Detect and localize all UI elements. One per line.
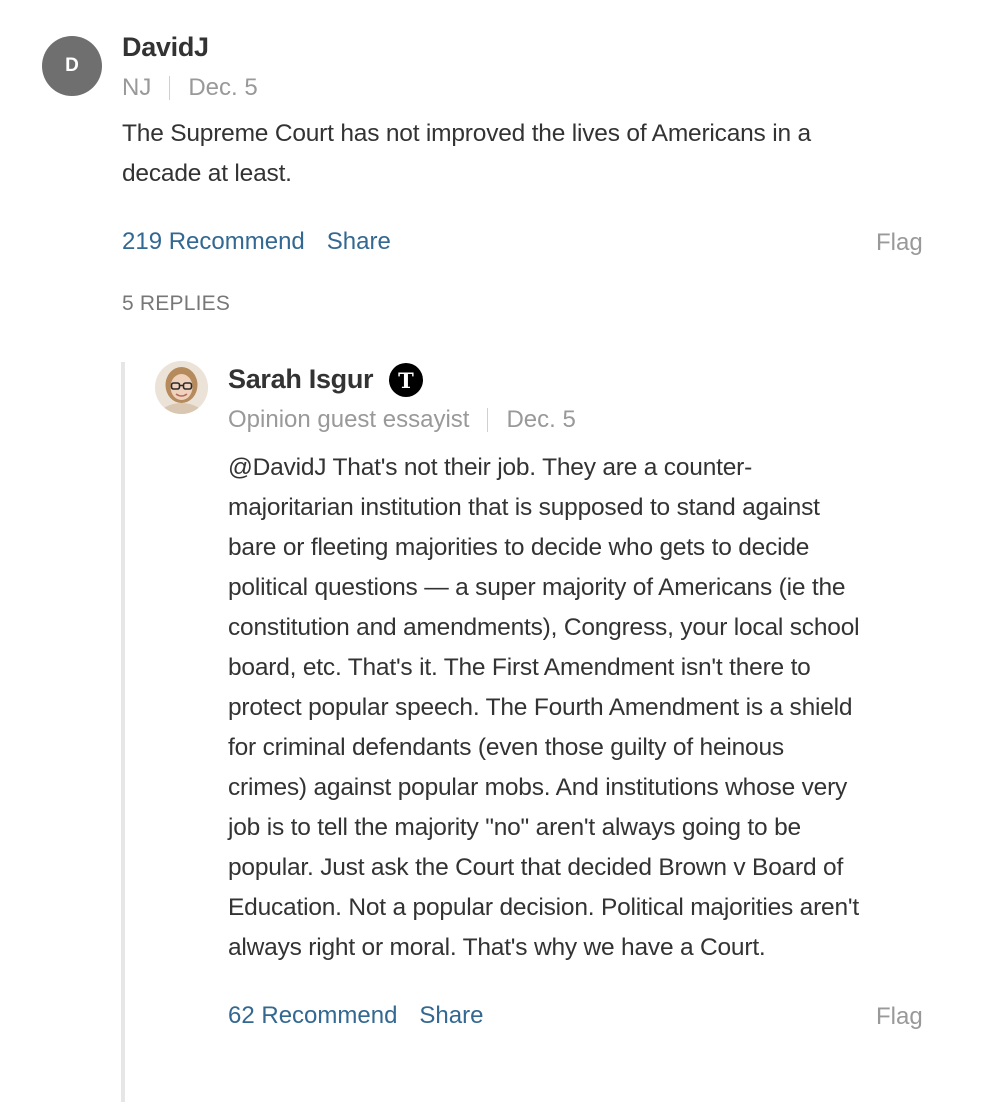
reply-author[interactable]: Sarah Isgur xyxy=(228,364,374,395)
share-button[interactable]: Share xyxy=(327,228,391,256)
reply-body-line: @DavidJ That's not their job. They are a… xyxy=(228,454,753,481)
comment-author[interactable]: DavidJ xyxy=(122,32,209,63)
share-button[interactable]: Share xyxy=(419,1002,483,1030)
meta-divider xyxy=(487,408,489,432)
reply-body: @DavidJ That's not their job. They are a… xyxy=(228,448,968,968)
replies-toggle[interactable]: 5 REPLIES xyxy=(122,292,230,316)
flag-button[interactable]: Flag xyxy=(876,229,923,257)
reply-body-line: Education. Not a popular decision. Polit… xyxy=(228,894,859,921)
reply-actions: 62 Recommend Share xyxy=(228,1002,483,1030)
reply-body-line: constitution and amendments), Congress, … xyxy=(228,614,860,641)
nyt-logo-badge-icon: T xyxy=(389,363,423,397)
flag-button[interactable]: Flag xyxy=(876,1003,923,1031)
reply-body-line: always right or moral. That's why we hav… xyxy=(228,934,766,961)
reply-body-line: majoritarian institution that is suppose… xyxy=(228,494,820,521)
reply-body-line: board, etc. That's it. The First Amendme… xyxy=(228,654,811,681)
thread-line xyxy=(121,362,125,1102)
reply-body-line: bare or fleeting majorities to decide wh… xyxy=(228,534,810,561)
reply-date: Dec. 5 xyxy=(506,406,576,433)
comment-actions: 219 Recommend Share xyxy=(122,228,391,256)
reply-role: Opinion guest essayist xyxy=(228,406,470,433)
comment-body: The Supreme Court has not improved the l… xyxy=(122,114,942,194)
comment-body-line: decade at least. xyxy=(122,160,292,187)
reply-body-line: popular. Just ask the Court that decided… xyxy=(228,854,844,881)
reply-body-line: for criminal defendants (even those guil… xyxy=(228,734,784,761)
comment-location: NJ xyxy=(122,74,152,101)
reply-body-line: job is to tell the majority "no" aren't … xyxy=(228,814,801,841)
reply-meta: Opinion guest essayist Dec. 5 xyxy=(228,406,576,434)
recommend-button[interactable]: 62 Recommend xyxy=(228,1002,397,1030)
comments-page: D DavidJ NJ Dec. 5 The Supreme Court has… xyxy=(0,0,1000,1102)
comment-meta: NJ Dec. 5 xyxy=(122,74,258,102)
recommend-button[interactable]: 219 Recommend xyxy=(122,228,305,256)
reply-body-line: political questions — a super majority o… xyxy=(228,574,846,601)
reply-body-line: protect popular speech. The Fourth Amend… xyxy=(228,694,853,721)
reply-body-line: crimes) against popular mobs. And instit… xyxy=(228,774,848,801)
comment-body-line: The Supreme Court has not improved the l… xyxy=(122,120,811,147)
comment-date: Dec. 5 xyxy=(188,74,258,101)
person-avatar-icon xyxy=(155,361,208,414)
meta-divider xyxy=(169,76,171,100)
avatar: D xyxy=(42,36,102,96)
